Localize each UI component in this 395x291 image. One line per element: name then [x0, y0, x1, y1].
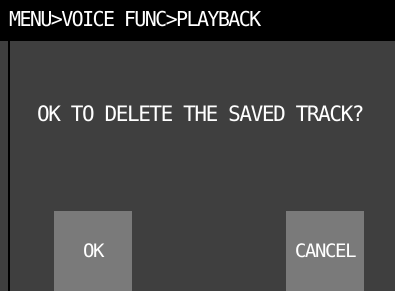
- title-bar: MENU>VOICE FUNC>PLAYBACK: [0, 0, 395, 41]
- confirm-message: OK TO DELETE THE SAVED TRACK?: [37, 102, 364, 126]
- breadcrumb: MENU>VOICE FUNC>PLAYBACK: [9, 7, 261, 31]
- ok-button[interactable]: OK: [54, 211, 132, 291]
- cancel-button[interactable]: CANCEL: [286, 211, 364, 291]
- device-screen: MENU>VOICE FUNC>PLAYBACK OK TO DELETE TH…: [0, 0, 395, 291]
